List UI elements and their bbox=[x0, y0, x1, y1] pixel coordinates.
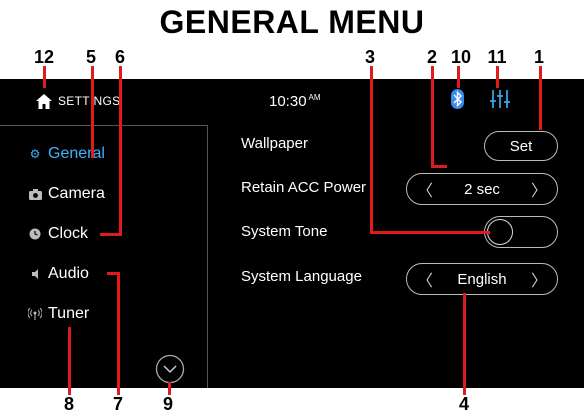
language-selector[interactable]: 〈 English 〉 bbox=[406, 263, 558, 295]
leader-line bbox=[370, 231, 490, 234]
clock-display: 10:30 AM bbox=[269, 93, 321, 110]
sidebar-item-tuner[interactable]: Tuner bbox=[28, 300, 89, 328]
chevron-left-icon[interactable]: 〈 bbox=[417, 177, 433, 201]
chevron-left-icon[interactable]: 〈 bbox=[417, 267, 433, 291]
callout-5: 5 bbox=[85, 47, 96, 67]
device-screen: SETTINGS 10:30 AM ⚙ General Camera Clock… bbox=[0, 79, 584, 388]
home-label: SETTINGS bbox=[58, 94, 121, 108]
callout-12: 12 bbox=[33, 47, 55, 67]
leader-line bbox=[91, 66, 94, 158]
leader-line bbox=[117, 272, 120, 395]
leader-line bbox=[457, 66, 460, 88]
sidebar-item-camera[interactable]: Camera bbox=[28, 180, 105, 208]
callout-4: 4 bbox=[458, 394, 469, 414]
leader-line bbox=[119, 66, 122, 236]
set-button-label: Set bbox=[509, 137, 533, 155]
wallpaper-label: Wallpaper bbox=[241, 135, 308, 152]
sidebar-item-label: Audio bbox=[48, 265, 89, 282]
speaker-icon bbox=[28, 267, 42, 281]
antenna-icon bbox=[28, 307, 42, 321]
sidebar-item-clock[interactable]: Clock bbox=[28, 220, 88, 248]
sidebar: ⚙ General Camera Clock Audio Tuner bbox=[0, 125, 208, 388]
leader-line bbox=[431, 66, 434, 167]
system-tone-toggle[interactable] bbox=[484, 216, 558, 248]
system-tone-label: System Tone bbox=[241, 223, 328, 240]
bluetooth-icon bbox=[451, 89, 464, 109]
home-button[interactable]: SETTINGS bbox=[36, 91, 120, 111]
callout-8: 8 bbox=[63, 394, 74, 414]
leader-line bbox=[100, 233, 122, 236]
callout-3: 3 bbox=[364, 47, 375, 67]
equalizer-icon[interactable] bbox=[490, 90, 510, 108]
sidebar-item-audio[interactable]: Audio bbox=[28, 260, 89, 288]
callout-11: 11 bbox=[487, 47, 507, 67]
leader-line bbox=[431, 165, 447, 168]
clock-icon bbox=[28, 227, 42, 241]
chevron-down-circle-icon[interactable] bbox=[155, 354, 185, 384]
wallpaper-set-button[interactable]: Set bbox=[484, 131, 558, 161]
figure-title: GENERAL MENU bbox=[159, 4, 425, 40]
retain-acc-value: 2 sec bbox=[464, 180, 500, 198]
leader-line bbox=[370, 66, 373, 232]
callout-1: 1 bbox=[533, 47, 544, 67]
leader-line bbox=[43, 66, 46, 88]
chevron-right-icon[interactable]: 〉 bbox=[531, 267, 547, 291]
leader-line bbox=[107, 272, 119, 275]
callout-6: 6 bbox=[114, 47, 125, 67]
callout-10: 10 bbox=[450, 47, 472, 67]
chevron-right-icon[interactable]: 〉 bbox=[531, 177, 547, 201]
callout-9: 9 bbox=[162, 394, 173, 414]
sidebar-item-label: General bbox=[48, 145, 105, 162]
toggle-knob bbox=[487, 219, 513, 245]
leader-line bbox=[496, 66, 499, 88]
time-text: 10:30 bbox=[269, 93, 307, 110]
home-icon bbox=[36, 93, 52, 109]
leader-line bbox=[68, 327, 71, 395]
callout-2: 2 bbox=[426, 47, 437, 67]
time-suffix: AM bbox=[308, 93, 321, 102]
sidebar-item-label: Tuner bbox=[48, 305, 90, 322]
callout-7: 7 bbox=[112, 394, 123, 414]
leader-line bbox=[463, 293, 466, 395]
system-language-label: System Language bbox=[241, 268, 362, 285]
camera-icon bbox=[28, 187, 42, 201]
sidebar-item-label: Clock bbox=[48, 225, 89, 242]
retain-acc-selector[interactable]: 〈 2 sec 〉 bbox=[406, 173, 558, 205]
leader-line bbox=[168, 382, 171, 395]
language-value: English bbox=[457, 270, 507, 288]
sidebar-item-label: Camera bbox=[48, 185, 105, 202]
gear-icon: ⚙ bbox=[29, 147, 41, 161]
leader-line bbox=[539, 66, 542, 130]
retain-acc-label: Retain ACC Power bbox=[241, 179, 367, 196]
